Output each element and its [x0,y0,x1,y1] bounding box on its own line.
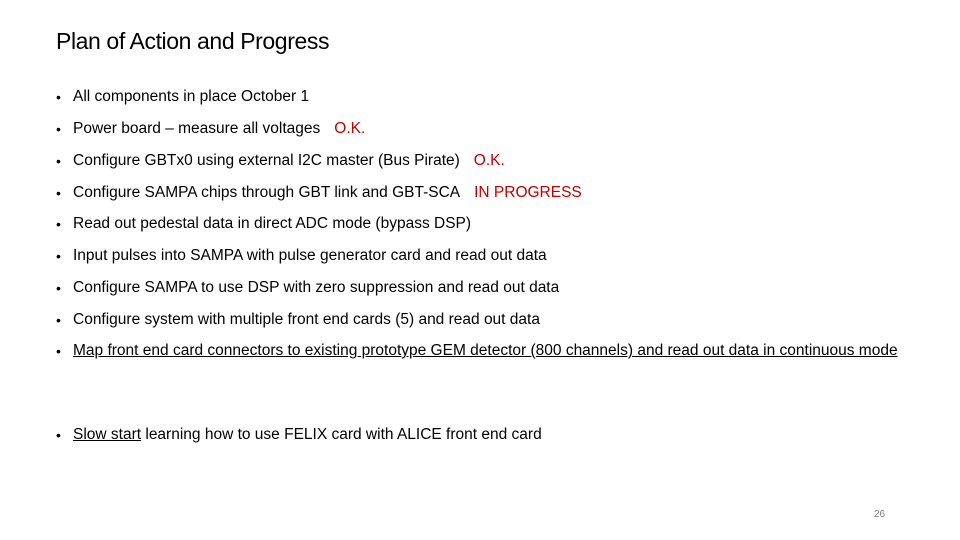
status-label: IN PROGRESS [474,184,582,201]
bullet-text: Configure SAMPA to use DSP with zero sup… [73,279,560,296]
bullet-icon: • [56,89,61,105]
bullet-text: Configure SAMPA chips through GBT link a… [73,184,461,201]
bullet-text: Map front end card connectors to existin… [73,342,898,359]
bullet-icon: • [56,312,61,328]
status-label: O.K. [334,120,366,137]
bullet-icon: • [56,248,61,264]
bullet-icon: • [56,185,61,201]
bullet-icon: • [56,280,61,296]
bullet-icon: • [56,153,61,169]
page-number: 26 [874,509,886,520]
bullet-text: Input pulses into SAMPA with pulse gener… [73,247,547,264]
bullet-text: Read out pedestal data in direct ADC mod… [73,215,472,232]
status-label: O.K. [473,152,505,169]
bullet-text: Power board – measure all voltages [73,120,321,137]
bullet-icon: • [56,427,61,443]
bullet-icon: • [56,216,61,232]
slide-title: Plan of Action and Progress [56,28,330,54]
bullet-text: All components in place October 1 [73,88,310,105]
bullet-text-underlined: Slow start [73,426,142,443]
bullet-icon: • [56,343,61,359]
bullet-text: Configure GBTx0 using external I2C maste… [73,152,460,169]
bullet-text: learning how to use FELIX card with ALIC… [141,426,542,443]
bullet-text: Configure system with multiple front end… [73,311,540,328]
bullet-icon: • [56,121,61,137]
